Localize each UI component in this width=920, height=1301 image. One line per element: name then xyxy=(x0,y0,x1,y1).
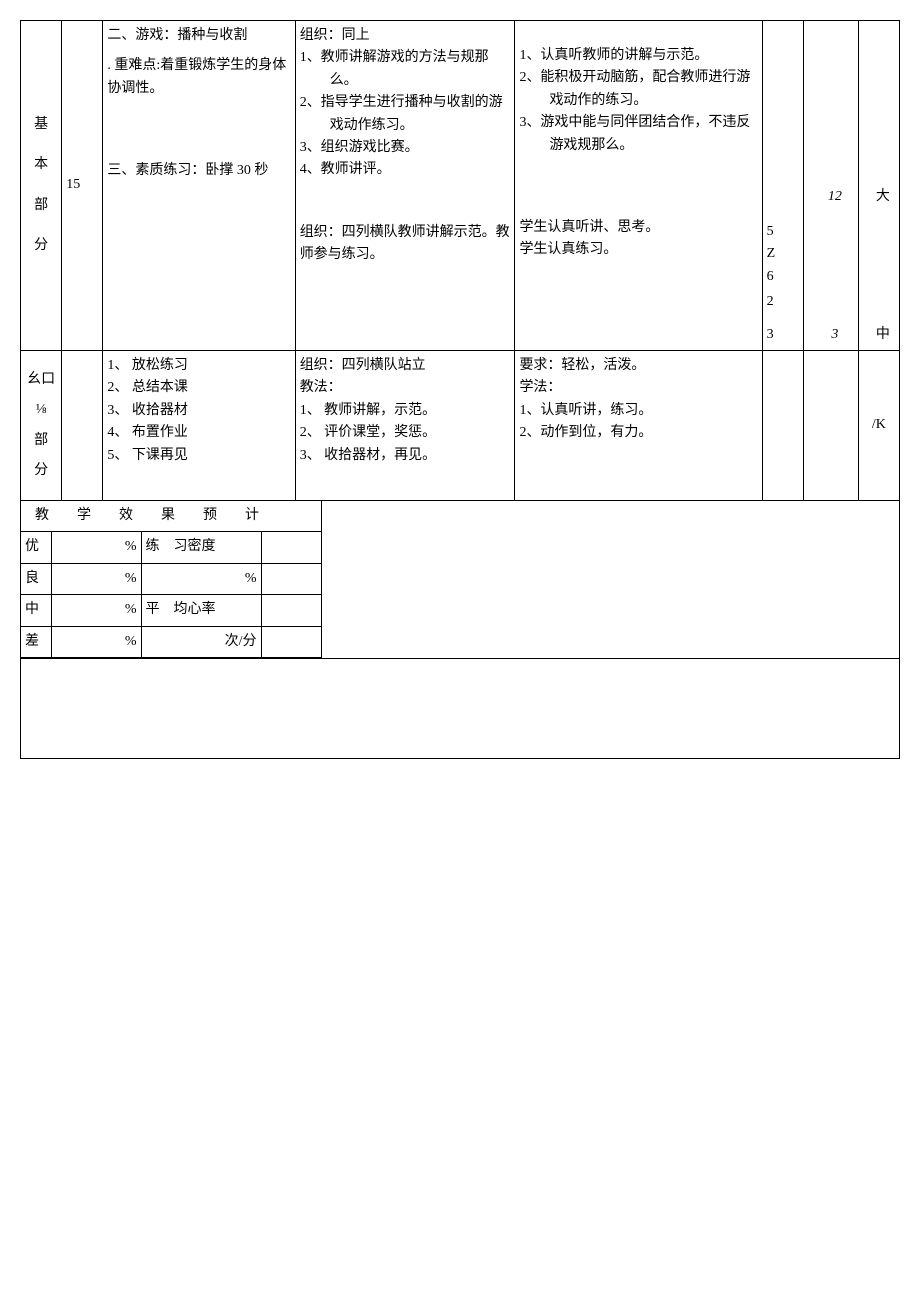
content-main: 二、游戏：播种与收割 . 重难点:着重锻炼学生的身体协调性。 三、素质练习：卧撑… xyxy=(103,21,295,351)
heartrate-unit: 次/分 xyxy=(141,626,261,657)
section-end: 幺口 ⅛ 部 分 1、 放松练习 2、 总结本课 3、 收拾器材 4、 布置作业… xyxy=(21,351,900,501)
grade-excellent: 优 xyxy=(21,532,51,563)
grade-good-pct: % xyxy=(51,563,141,594)
grade-mid-pct: % xyxy=(51,595,141,626)
content-end: 1、 放松练习 2、 总结本课 3、 收拾器材 4、 布置作业 5、 下课再见 xyxy=(103,351,295,501)
grade-excellent-pct: % xyxy=(51,532,141,563)
duration-end xyxy=(803,351,858,501)
footer-blank xyxy=(21,658,900,758)
method-end: 组织：四列横队站立 教法： 1、 教师讲解，示范。 2、 评价课堂，奖惩。 3、… xyxy=(295,351,515,501)
intensity-main: 大 中 xyxy=(858,21,899,351)
lesson-plan-table: 基 本 部 分 15 二、游戏：播种与收割 . 重难点:着重锻炼学生的身体协调性… xyxy=(20,20,900,759)
grade-poor-pct: % xyxy=(51,626,141,657)
grade-good: 良 xyxy=(21,563,51,594)
effect-blank-right xyxy=(321,501,899,657)
grade-mid: 中 xyxy=(21,595,51,626)
intensity-end: /K xyxy=(858,351,899,501)
grade-poor: 差 xyxy=(21,626,51,657)
student-end: 要求：轻松，活泼。 学法： 1、认真听讲，练习。 2、动作到位，有力。 xyxy=(515,351,762,501)
heartrate-label: 平 均心率 xyxy=(141,595,261,626)
effect-section: 教 学 效 果 预 计 优 % 练 习密度 良 % % xyxy=(21,501,900,659)
effect-title: 教 学 效 果 预 计 xyxy=(21,501,321,532)
section-label-main: 基 本 部 分 xyxy=(21,21,62,351)
count-main: 5 Z 6 2 3 xyxy=(762,21,803,351)
duration-main: 12 3 xyxy=(803,21,858,351)
count-end xyxy=(762,351,803,501)
section-main: 基 本 部 分 15 二、游戏：播种与收割 . 重难点:着重锻炼学生的身体协调性… xyxy=(21,21,900,351)
time-end xyxy=(62,351,103,501)
density-label: 练 习密度 xyxy=(141,532,261,563)
method-main: 组织：同上 1、教师讲解游戏的方法与规那么。 2、指导学生进行播种与收割的游戏动… xyxy=(295,21,515,351)
student-main: 1、认真听教师的讲解与示范。 2、能积极开动脑筋，配合教师进行游戏动作的练习。 … xyxy=(515,21,762,351)
footer-row xyxy=(21,658,900,758)
time-main: 15 xyxy=(62,21,103,351)
density-pct: % xyxy=(141,563,261,594)
section-label-end: 幺口 ⅛ 部 分 xyxy=(21,351,62,501)
